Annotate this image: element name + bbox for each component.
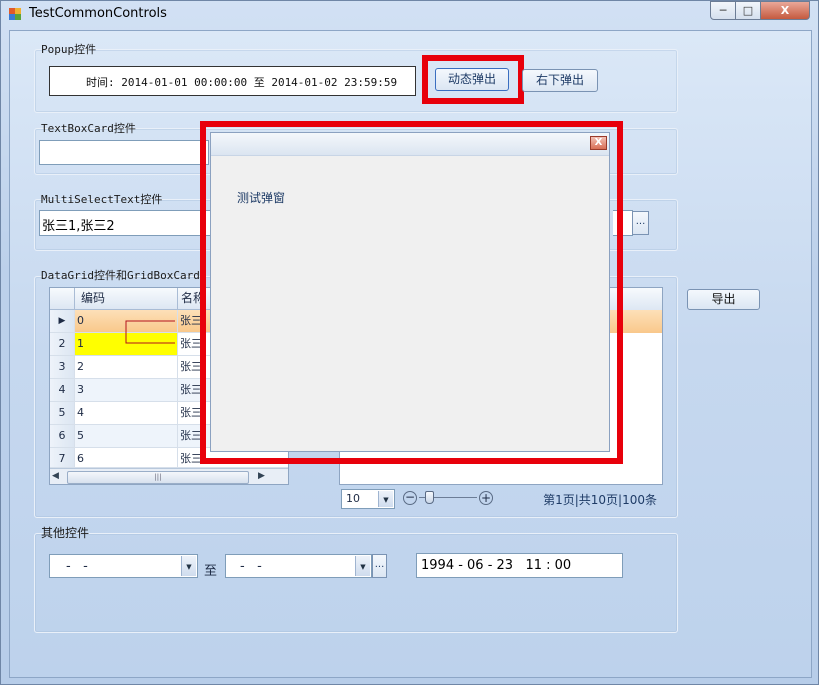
other-groupbox <box>34 533 678 633</box>
maximize-button[interactable]: □ <box>735 1 761 20</box>
row-code-cell[interactable]: 2 <box>75 356 178 379</box>
page-size-select[interactable]: 10 ▼ <box>341 489 395 509</box>
zoom-in-icon[interactable]: + <box>479 491 493 505</box>
row-code-cell[interactable]: 3 <box>75 379 178 402</box>
date-from-picker[interactable]: - - ▼ <box>49 554 198 578</box>
row-number: 4 <box>50 379 75 402</box>
multiselect-browse-button[interactable]: ... <box>632 211 649 235</box>
page-slider[interactable] <box>419 491 477 504</box>
slider-thumb[interactable] <box>425 491 434 504</box>
pager-bar: 10 ▼ − + 第1页|共10页|100条 <box>339 485 663 513</box>
row-number: 2 <box>50 333 75 356</box>
time-range-text: 时间: 2014-01-01 00:00:00 至 2014-01-02 23:… <box>86 76 398 89</box>
window-title: TestCommonControls <box>29 6 167 21</box>
row-number: 6 <box>50 425 75 448</box>
row-code-cell[interactable]: 6 <box>75 448 178 468</box>
date-to-value: - - <box>240 559 262 574</box>
other-group-label: 其他控件 <box>41 526 90 540</box>
row-number: 7 <box>50 448 75 468</box>
datagrid-group-label: DataGrid控件和GridBoxCard控件 <box>41 269 201 282</box>
row-code-cell[interactable]: 4 <box>75 402 178 425</box>
scroll-left-icon[interactable]: ◀ <box>52 471 59 481</box>
row-connector-line <box>125 320 175 344</box>
highlight-frame-button <box>422 55 524 104</box>
popup-group-label: Popup控件 <box>41 43 97 56</box>
date-range-to-label: 至 <box>204 564 218 579</box>
row-number: 3 <box>50 356 75 379</box>
scroll-right-icon[interactable]: ▶ <box>258 471 265 481</box>
time-range-display[interactable]: 时间: 2014-01-01 00:00:00 至 2014-01-02 23:… <box>49 66 416 96</box>
export-button[interactable]: 导出 <box>687 289 760 310</box>
row-number: 5 <box>50 402 75 425</box>
chevron-down-icon[interactable]: ▼ <box>378 491 393 507</box>
multiselect-input[interactable]: 张三1,张三2 <box>39 210 211 236</box>
date-to-picker[interactable]: - - ▼ <box>225 554 372 578</box>
minimize-button[interactable]: ─ <box>710 1 736 20</box>
zoom-out-icon[interactable]: − <box>403 491 417 505</box>
grid-corner-header <box>50 288 75 310</box>
row-code-cell[interactable]: 5 <box>75 425 178 448</box>
main-window: TestCommonControls ─ □ X Popup控件 时间: 201… <box>0 0 819 685</box>
scroll-thumb[interactable]: ||| <box>67 471 249 484</box>
multiselect-value: 张三1,张三2 <box>42 219 115 234</box>
bottom-right-popup-button[interactable]: 右下弹出 <box>522 69 598 92</box>
chevron-down-icon[interactable]: ▼ <box>181 556 196 576</box>
title-bar[interactable]: TestCommonControls ─ □ X <box>1 1 818 29</box>
page-size-value: 10 <box>346 492 360 505</box>
multiselect-group-label: MultiSelectText控件 <box>41 193 163 206</box>
date-from-value: - - <box>66 559 88 574</box>
textboxcard-group-label: TextBoxCard控件 <box>41 122 136 135</box>
datetime-input[interactable]: 1994 - 06 - 23 11 : 00 <box>416 553 623 578</box>
horizontal-scrollbar[interactable]: ◀ ||| ▶ <box>50 468 288 484</box>
scroll-thumb-grip: ||| <box>154 473 162 481</box>
column-header-code[interactable]: 编码 <box>75 288 178 310</box>
app-icon <box>9 8 22 21</box>
close-button[interactable]: X <box>760 1 810 20</box>
date-browse-button[interactable]: ... <box>372 554 387 578</box>
textboxcard-input[interactable] <box>39 140 209 165</box>
datetime-value: 1994 - 06 - 23 11 : 00 <box>421 558 572 573</box>
row-selector-icon: ▶ <box>50 310 75 333</box>
chevron-down-icon[interactable]: ▼ <box>355 556 370 576</box>
highlight-frame-popup <box>200 121 623 464</box>
pager-info-text: 第1页|共10页|100条 <box>543 493 657 507</box>
